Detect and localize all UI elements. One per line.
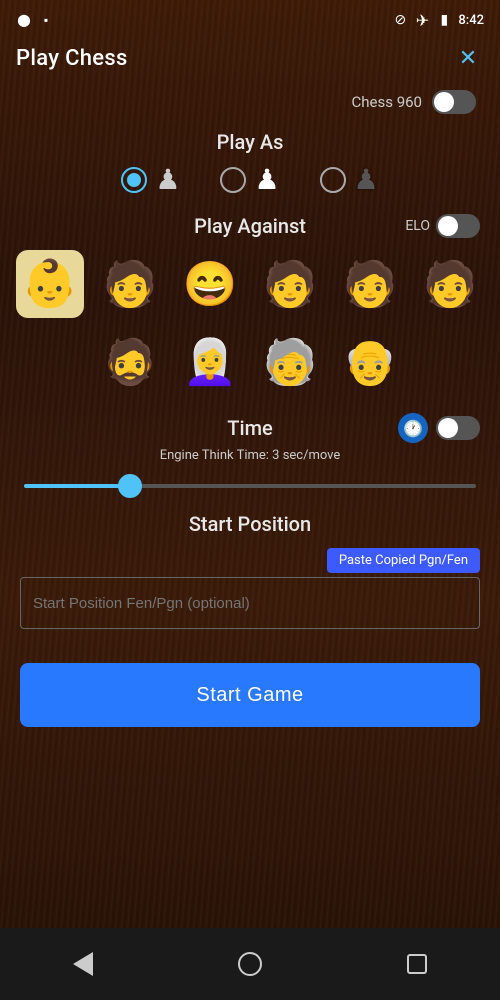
app-title: Play Chess xyxy=(16,46,128,71)
clock-time: 8:42 xyxy=(458,13,484,28)
nav-bar xyxy=(0,928,500,1000)
chess960-toggle[interactable] xyxy=(432,90,476,114)
play-against-title: Play Against xyxy=(194,214,306,238)
play-against-header: Play Against ELO xyxy=(20,214,480,238)
time-header: Time 🕐 xyxy=(20,416,480,440)
play-as-section: Play As ♟ ♟ ♟ xyxy=(20,130,480,194)
opponent-baby[interactable]: 👶 xyxy=(16,250,84,318)
opponents-row-2: 🧔 👩‍🦳 🧓 👴 xyxy=(96,328,404,396)
slider-container xyxy=(20,473,480,492)
elo-group: ELO xyxy=(405,214,480,238)
signal-off-icon: ⊘ xyxy=(392,12,408,28)
clock-icon: 🕐 xyxy=(398,413,428,443)
opponent-7[interactable]: 🧔 xyxy=(96,328,164,396)
radio-white[interactable] xyxy=(121,167,147,193)
elo-label: ELO xyxy=(405,218,430,234)
opponent-4[interactable]: 🧑 xyxy=(256,250,324,318)
paste-tooltip: Paste Copied Pgn/Fen xyxy=(20,548,480,573)
nav-back-button[interactable] xyxy=(63,944,103,984)
time-section: Time 🕐 Engine Think Time: 3 sec/move xyxy=(20,416,480,492)
opponent-10[interactable]: 👴 xyxy=(336,328,404,396)
back-arrow-icon xyxy=(73,952,93,976)
play-as-title: Play As xyxy=(20,130,480,154)
status-right-icons: ⊘ ✈ ▮ 8:42 xyxy=(392,12,484,28)
app-header: Play Chess ✕ xyxy=(0,36,500,86)
opponent-3[interactable]: 😄 xyxy=(176,250,244,318)
recent-square-icon xyxy=(407,954,427,974)
black-piece-icon: ♟ xyxy=(354,166,379,194)
time-toggle[interactable] xyxy=(436,416,480,440)
main-content: Chess 960 Play As ♟ ♟ ♟ Pla xyxy=(0,86,500,653)
chess960-label: Chess 960 xyxy=(352,93,422,111)
fen-input[interactable] xyxy=(20,577,480,629)
circle-icon: ⬤ xyxy=(16,12,32,28)
engine-think-text: Engine Think Time: 3 sec/move xyxy=(20,448,480,463)
time-icons: 🕐 xyxy=(398,413,480,443)
play-against-section: Play Against ELO 👶 🧑 😄 🧑 🧑 🧑 🧔 👩‍🦳 🧓 👴 xyxy=(20,214,480,396)
opponent-6[interactable]: 🧑 xyxy=(416,250,484,318)
radio-black[interactable] xyxy=(320,167,346,193)
white-piece-icon: ♟ xyxy=(155,166,180,194)
close-button[interactable]: ✕ xyxy=(452,42,484,74)
start-position-section: Start Position Paste Copied Pgn/Fen xyxy=(20,512,480,629)
opponent-9[interactable]: 🧓 xyxy=(256,328,324,396)
elo-toggle[interactable] xyxy=(436,214,480,238)
nav-recent-button[interactable] xyxy=(397,944,437,984)
random-piece-icon: ♟ xyxy=(254,166,279,194)
time-title: Time xyxy=(227,416,272,440)
time-slider[interactable] xyxy=(24,484,476,488)
square-icon: ▪ xyxy=(38,12,54,28)
start-game-section: Start Game xyxy=(0,663,500,727)
chess960-row: Chess 960 xyxy=(20,90,480,114)
status-left-icons: ⬤ ▪ xyxy=(16,12,54,28)
battery-icon: ▮ xyxy=(436,12,452,28)
start-game-button[interactable]: Start Game xyxy=(20,663,480,727)
play-as-black[interactable]: ♟ xyxy=(320,166,379,194)
opponents-grid: 👶 🧑 😄 🧑 🧑 🧑 🧔 👩‍🦳 🧓 👴 xyxy=(20,250,480,396)
opponent-8[interactable]: 👩‍🦳 xyxy=(176,328,244,396)
opponents-row-1: 👶 🧑 😄 🧑 🧑 🧑 xyxy=(16,250,484,318)
nav-home-button[interactable] xyxy=(230,944,270,984)
paste-pgn-button[interactable]: Paste Copied Pgn/Fen xyxy=(327,548,480,573)
play-as-options: ♟ ♟ ♟ xyxy=(20,166,480,194)
opponent-2[interactable]: 🧑 xyxy=(96,250,164,318)
opponent-5[interactable]: 🧑 xyxy=(336,250,404,318)
start-position-title: Start Position xyxy=(20,512,480,536)
play-as-white[interactable]: ♟ xyxy=(121,166,180,194)
airplane-icon: ✈ xyxy=(414,12,430,28)
radio-random[interactable] xyxy=(220,167,246,193)
play-as-random[interactable]: ♟ xyxy=(220,166,279,194)
status-bar: ⬤ ▪ ⊘ ✈ ▮ 8:42 xyxy=(0,0,500,36)
home-circle-icon xyxy=(238,952,262,976)
